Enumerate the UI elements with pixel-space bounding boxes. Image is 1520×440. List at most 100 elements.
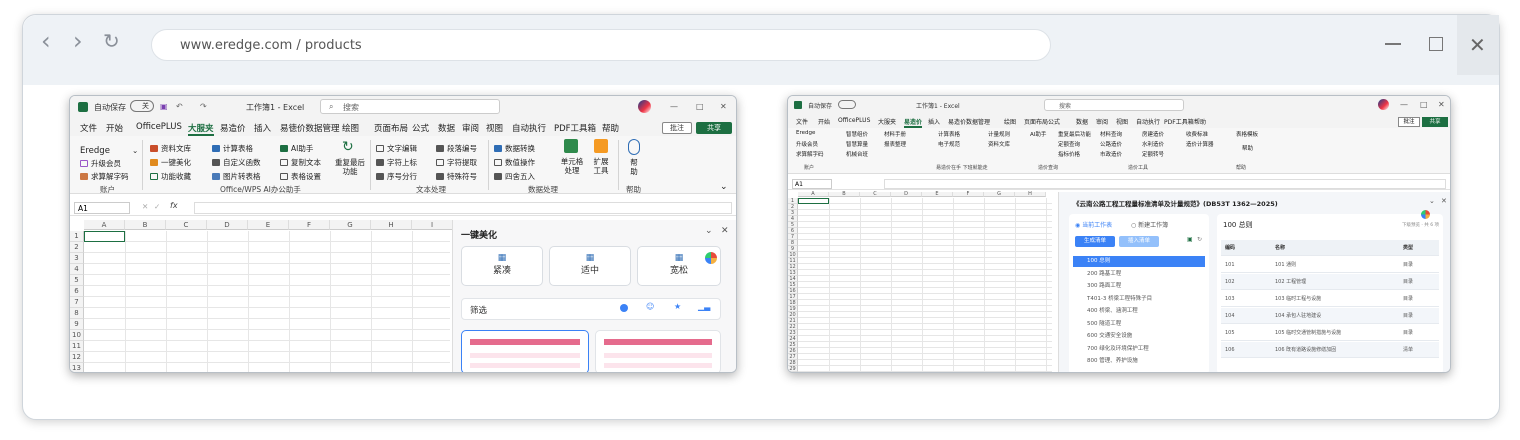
column-header[interactable]: D [207,220,248,230]
close-icon[interactable]: ✕ [1438,100,1445,109]
menu-item[interactable]: 大服夹 [878,117,896,126]
menu-item[interactable]: OfficePLUS [838,117,870,124]
collapse-ribbon-icon[interactable]: ⌄ [720,182,728,192]
maximize-icon[interactable] [1429,37,1443,51]
row-header[interactable]: 1 [70,231,84,242]
menu-item[interactable]: 绘图 [342,122,359,134]
extend-tools-icon[interactable] [594,139,608,153]
close-icon[interactable]: ✕ [1441,197,1447,205]
radio-current-sheet[interactable]: ◉ 当前工作表 [1075,220,1112,229]
comment-button[interactable]: 批注 [1398,117,1420,127]
redo-icon[interactable]: ↷ [200,102,207,111]
column-header[interactable]: D [891,192,922,197]
column-header[interactable]: C [860,192,891,197]
ribbon-button[interactable]: 材料手册 [884,130,906,138]
refresh-icon[interactable]: ↻ [1197,236,1202,243]
ribbon-button[interactable]: 资料文库 [988,140,1010,148]
menu-item[interactable]: 插入 [254,122,271,134]
cell-process-icon[interactable] [564,139,578,153]
repeat-last-button[interactable]: 重复最后功能 [334,158,366,176]
chart-icon[interactable]: ▁▃ [698,302,710,311]
menu-item[interactable]: 自动执行 [512,122,546,134]
menu-item[interactable]: 帮助 [602,122,619,134]
menu-item[interactable]: 审阅 [462,122,479,134]
name-box[interactable]: A1 [792,179,832,189]
insert-button[interactable]: 插入清单 [1119,236,1159,247]
formula-input[interactable] [884,179,1446,189]
menu-item[interactable]: PDF工具箱 [554,122,596,134]
column-header[interactable]: G [984,192,1015,197]
column-header[interactable]: G [330,220,371,230]
cell-process-button[interactable]: 单元格处理 [558,157,586,175]
ribbon-button[interactable]: 收费标准 [1186,130,1208,138]
row-header[interactable]: 29 [788,366,798,372]
tree-item[interactable]: T401-3 桥梁工程特殊子目 [1073,294,1205,305]
copy-text-button[interactable]: 复制文本 [280,157,321,168]
search-box[interactable]: 搜索 [1044,99,1184,111]
ribbon-button[interactable]: 重复最后功能 [1058,130,1091,138]
compact-option[interactable]: ▦ 紧凑 [461,246,543,286]
ribbon-button[interactable]: 市政造价 [1100,150,1122,158]
row-header[interactable]: 2 [70,242,84,253]
menu-item[interactable]: 数据 [1076,117,1088,126]
menu-item[interactable]: 数据 [438,122,455,134]
image-to-table-button[interactable]: 图片转表格 [212,171,261,182]
radio-new-workbook[interactable]: ○ 新建工作簿 [1131,220,1168,229]
superscript-button[interactable]: 字符上标 [376,157,417,168]
calc-table-button[interactable]: 计算表格 [212,143,253,154]
close-icon[interactable]: ✕ [721,226,729,236]
menu-item[interactable]: 页面布局 [374,122,408,134]
paragraph-number-button[interactable]: 段落编号 [436,143,477,154]
reload-icon[interactable]: ↻ [103,29,120,53]
share-button[interactable]: 共享 [1422,117,1448,127]
menu-item[interactable]: 绘图 [1004,117,1016,126]
menu-item[interactable]: 文件 [796,117,808,126]
name-box[interactable]: A1 [74,202,130,214]
autosave-toggle[interactable] [838,100,856,109]
chevron-down-icon[interactable]: ⌄ [1429,197,1435,205]
menu-item[interactable]: 易造价 [904,117,923,128]
sheet-grid[interactable]: A B C D E F G H 1 2 3 4 5 6 7 8 9 10 11 12 13 14 15 16 17 18 19 20 2… [788,192,1052,372]
library-button[interactable]: 资料文库 [150,143,191,154]
menu-item[interactable]: 页面布局 [1024,117,1048,126]
medium-option[interactable]: ▦ 适中 [549,246,631,286]
value-ops-button[interactable]: 数值操作 [494,157,535,168]
menu-item[interactable]: 自动执行 [1136,117,1160,126]
special-symbol-button[interactable]: 特殊符号 [436,171,477,182]
ribbon-button[interactable]: 电子规范 [938,140,960,148]
menu-item[interactable]: 插入 [928,117,940,126]
menu-item[interactable]: 开始 [818,117,830,126]
row-header[interactable]: 8 [70,308,84,319]
column-header[interactable]: H [371,220,412,230]
column-header[interactable]: B [829,192,860,197]
custom-function-button[interactable]: 自定义函数 [212,157,261,168]
split-rows-button[interactable]: 序号分行 [376,171,417,182]
column-header[interactable]: C [166,220,207,230]
confirm-icon[interactable]: ✓ [154,202,160,211]
avatar[interactable] [1378,99,1389,110]
favorites-button[interactable]: 功能收藏 [150,171,191,182]
row-header[interactable]: 9 [70,319,84,330]
row-header[interactable]: 11 [70,341,84,352]
menu-item[interactable]: 文件 [80,122,97,134]
ribbon-button[interactable]: 指标价格 [1058,150,1080,158]
share-button[interactable]: 共享 [696,122,732,134]
ribbon-button[interactable]: 定额查询 [1058,140,1080,148]
row-header[interactable]: 4 [70,264,84,275]
repeat-icon[interactable]: ↻ [342,139,354,155]
column-header[interactable]: E [922,192,953,197]
column-header[interactable]: A [84,220,125,230]
fx-icon[interactable]: fx [170,201,178,210]
menu-item[interactable]: 视图 [486,122,503,134]
ribbon-button[interactable]: 机械台班 [846,150,868,158]
ribbon-button[interactable]: 智慧算量 [846,140,868,148]
menu-item[interactable]: 公式 [1048,117,1060,126]
help-button[interactable]: 帮助 [628,158,640,176]
tree-item[interactable]: 500 隧道工程 [1073,319,1205,330]
ribbon-button[interactable]: 智慧组价 [846,130,868,138]
row-header[interactable]: 7 [70,297,84,308]
search-box[interactable]: ⌕ 搜索 [320,99,500,114]
menu-item[interactable]: 开始 [106,122,123,134]
undo-icon[interactable]: ↶ [176,102,183,111]
export-icon[interactable]: ▣ [1187,236,1193,243]
